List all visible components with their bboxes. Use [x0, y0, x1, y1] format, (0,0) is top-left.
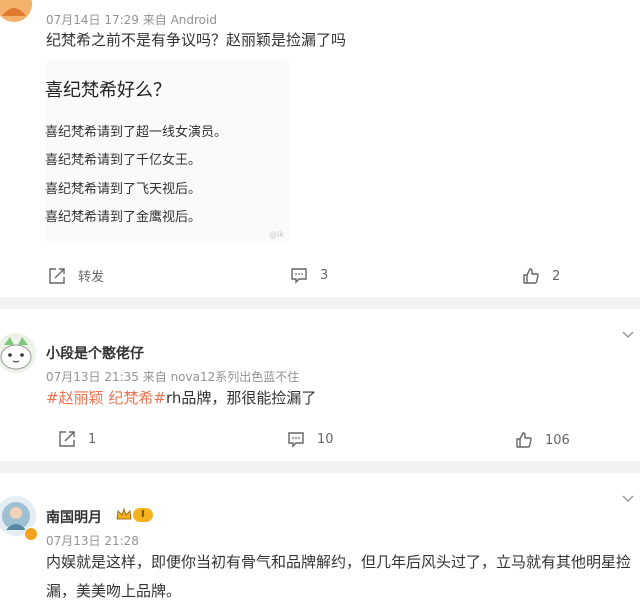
repost-count: 1	[88, 431, 97, 447]
image-title: 喜纪梵希好么？	[45, 80, 171, 101]
topic-link[interactable]: 纪梵希#	[108, 389, 166, 407]
image-line: 喜纪梵希请到了金鹰视后。	[45, 210, 202, 225]
comment-button[interactable]: 10	[287, 430, 334, 448]
image-watermark: @Ik	[269, 230, 284, 239]
separator	[0, 461, 640, 473]
thumbs-up-icon	[523, 268, 539, 284]
comment-button[interactable]: 3	[290, 266, 328, 284]
like-count: 106	[545, 432, 570, 448]
repost-icon	[49, 267, 65, 284]
topic-link[interactable]: #赵丽颖	[46, 389, 104, 407]
comment-text: #赵丽颖 纪梵希#rh品牌，那很能捡漏了	[46, 384, 316, 413]
chevron-down-icon[interactable]	[622, 328, 634, 340]
image-line: 喜纪梵希请到了千亿女王。	[45, 153, 202, 168]
verified-badge	[24, 527, 38, 541]
comment-text: 内娱就是这样，即便你当初有骨气和品牌解约，但几年后风头过了，立马就有其他明星捡漏…	[46, 553, 632, 600]
separator	[0, 297, 640, 309]
like-button[interactable]: 2	[522, 267, 560, 285]
username[interactable]: 南国明月	[46, 507, 102, 527]
repost-button[interactable]: 1	[58, 430, 96, 448]
post-meta: 07月13日 21:35 来自 nova12系列出色蓝不住	[46, 370, 300, 384]
comment-icon	[288, 432, 304, 448]
like-count: 2	[552, 268, 561, 284]
level-text: I	[133, 508, 153, 522]
image-line: 喜纪梵希请到了超一线女演员。	[45, 125, 228, 140]
username[interactable]: 小段是个憨佬仔	[46, 343, 144, 363]
post-meta: 07月13日 21:28	[46, 534, 139, 548]
comment-count: 3	[320, 267, 329, 283]
like-button[interactable]: 106	[515, 431, 570, 449]
user-avatar[interactable]	[0, 333, 36, 373]
level-badge: I	[116, 507, 153, 523]
repost-icon	[59, 431, 75, 447]
chevron-down-icon[interactable]	[622, 492, 634, 504]
comment-text: 纪梵希之前不是有争议吗？赵丽颖是捡漏了吗	[46, 31, 347, 49]
repost-button[interactable]: 转发	[48, 266, 104, 285]
comment-text-rest: rh品牌，那很能捡漏了	[165, 389, 317, 407]
comment-icon	[291, 268, 307, 284]
user-avatar[interactable]	[0, 0, 32, 22]
repost-label: 转发	[78, 270, 105, 285]
comment-count: 10	[317, 431, 334, 447]
crown-icon	[116, 507, 132, 520]
attached-image[interactable]: 喜纪梵希好么？ 喜纪梵希请到了超一线女演员。 喜纪梵希请到了千亿女王。 喜纪梵希…	[45, 60, 290, 243]
image-line: 喜纪梵希请到了飞天视后。	[45, 182, 202, 197]
thumbs-up-icon	[516, 432, 532, 448]
